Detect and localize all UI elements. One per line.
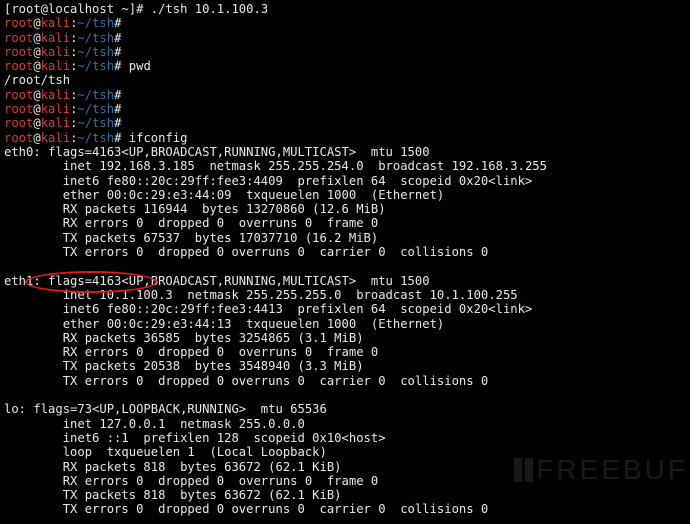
output-line: TX packets 818 bytes 63672 (62.1 KiB) [4,488,690,502]
output-line [4,388,690,402]
output-line: inet 10.1.100.3 netmask 255.255.255.0 br… [4,288,690,302]
output-line: TX packets 67537 bytes 17037710 (16.2 Mi… [4,231,690,245]
output-line: /root/tsh [4,73,690,87]
terminal-line[interactable]: root@kali:~/tsh# [4,88,690,102]
terminal-line[interactable]: root@kali:~/tsh# [4,116,690,130]
output-line: RX errors 0 dropped 0 overruns 0 frame 0 [4,345,690,359]
output-line: RX packets 116944 bytes 13270860 (12.6 M… [4,202,690,216]
output-line: inet6 fe80::20c:29ff:fee3:4409 prefixlen… [4,174,690,188]
watermark: FREEBUF [514,458,688,482]
output-line [4,259,690,273]
terminal-line[interactable]: root@kali:~/tsh# ifconfig [4,131,690,145]
output-line [4,517,690,524]
prompt-host: kali [41,16,70,30]
output-line: TX packets 20538 bytes 3548940 (3.3 MiB) [4,359,690,373]
output-line: inet6 fe80::20c:29ff:fee3:4413 prefixlen… [4,302,690,316]
prompt-user: root [4,16,33,30]
cmd-pwd: pwd [129,59,151,73]
terminal-line[interactable]: [root@localhost ~]# ./tsh 10.1.100.3 [4,2,690,16]
terminal-line[interactable]: root@kali:~/tsh# [4,16,690,30]
output-line: lo: flags=73<UP,LOOPBACK,RUNNING> mtu 65… [4,402,690,416]
terminal-line[interactable]: root@kali:~/tsh# [4,102,690,116]
output-line: inet6 ::1 prefixlen 128 scopeid 0x10<hos… [4,431,690,445]
output-line: eth1: flags=4163<UP,BROADCAST,RUNNING,MU… [4,274,690,288]
output-line: TX errors 0 dropped 0 overruns 0 carrier… [4,502,690,516]
terminal-line[interactable]: root@kali:~/tsh# [4,45,690,59]
output-line: eth0: flags=4163<UP,BROADCAST,RUNNING,MU… [4,145,690,159]
local-prompt: [root@localhost ~]# [4,2,143,16]
output-line: RX packets 36585 bytes 3254865 (3.1 MiB) [4,331,690,345]
terminal-line[interactable]: root@kali:~/tsh# [4,31,690,45]
output-line: ether 00:0c:29:e3:44:13 txqueuelen 1000 … [4,317,690,331]
output-line: inet 127.0.0.1 netmask 255.0.0.0 [4,417,690,431]
cmd-tsh: ./tsh 10.1.100.3 [143,2,268,16]
output-line: inet 192.168.3.185 netmask 255.255.254.0… [4,159,690,173]
output-line: ether 00:0c:29:e3:44:09 txqueuelen 1000 … [4,188,690,202]
cmd-ifconfig: ifconfig [129,131,188,145]
output-line: TX errors 0 dropped 0 overruns 0 carrier… [4,245,690,259]
output-line: RX errors 0 dropped 0 overruns 0 frame 0 [4,216,690,230]
output-line: TX errors 0 dropped 0 overruns 0 carrier… [4,374,690,388]
prompt-path: ~/tsh [77,16,114,30]
terminal-line[interactable]: root@kali:~/tsh# pwd [4,59,690,73]
